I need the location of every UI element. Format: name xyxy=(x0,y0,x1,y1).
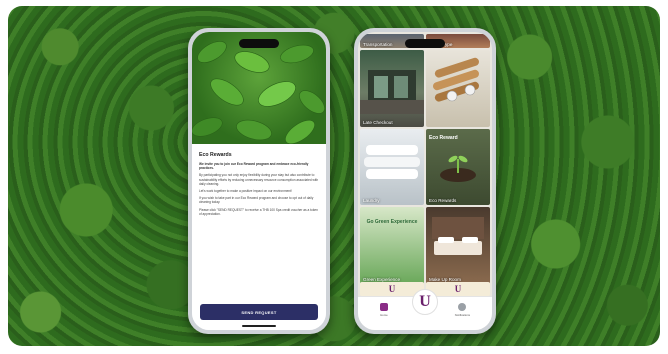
tile-label: Transportation xyxy=(363,42,393,47)
bamboo-kit-icon xyxy=(432,57,480,102)
eco-rewards-screen: Eco Rewards We invite you to join our Ec… xyxy=(192,32,326,330)
tile-late-checkout[interactable]: Late Checkout xyxy=(360,50,424,127)
tile-bamboo-amenities[interactable] xyxy=(426,50,490,127)
eco-rewards-title: Eco Rewards xyxy=(199,152,232,158)
home-icon xyxy=(380,303,388,311)
eco-impact-text: Let's work together to make a positive i… xyxy=(199,189,292,194)
tab-home[interactable]: Home xyxy=(380,303,388,317)
services-screen: Transportation Room Type Late Checkout xyxy=(358,32,492,330)
eco-voucher-text: Please click "SEND REQUEST" to receive a… xyxy=(199,207,318,216)
phone-notch xyxy=(239,39,279,48)
bed-icon xyxy=(432,217,484,256)
tile-laundry[interactable]: Laundry xyxy=(360,128,424,206)
tile-label: Late Checkout xyxy=(363,119,393,125)
bottom-tab-bar: Home U Notifications xyxy=(358,289,492,330)
send-request-button[interactable]: SEND REQUEST xyxy=(200,304,318,320)
tile-label: Eco Rewards xyxy=(429,198,457,204)
eco-optout-text: If you wish to take part in our Eco Rewa… xyxy=(199,196,314,205)
tile-green-experience[interactable]: Go Green Experience Green Experience xyxy=(360,207,424,284)
eco-benefit-text: By participating you not only enjoy flex… xyxy=(199,173,319,186)
sprout-hands-icon xyxy=(440,155,476,182)
tab-home-label: Home xyxy=(380,313,388,317)
eco-invite-text: We invite you to join our Eco Reward pro… xyxy=(199,162,309,171)
home-indicator xyxy=(242,325,276,327)
phone-notch xyxy=(405,39,445,48)
towels-icon xyxy=(364,144,420,179)
phone-services-menu: Transportation Room Type Late Checkout xyxy=(354,28,496,334)
lobby-photo-icon xyxy=(360,70,424,114)
forest-background: Eco Rewards We invite you to join our Ec… xyxy=(8,6,660,346)
tab-notifications-label: Notifications xyxy=(454,313,470,317)
brand-logo: U xyxy=(419,293,431,310)
tile-label: Laundry xyxy=(363,198,380,204)
tile-make-up-room[interactable]: Make Up Room xyxy=(426,207,490,284)
bell-icon xyxy=(458,303,467,311)
brand-logo-small: U xyxy=(454,284,462,294)
tab-notifications[interactable]: Notifications xyxy=(455,303,470,317)
brand-center-button[interactable]: U xyxy=(412,289,438,315)
eco-rewards-content: Eco Rewards We invite you to join our Ec… xyxy=(192,144,326,330)
leaves-hero-image xyxy=(192,32,326,144)
phone-eco-rewards: Eco Rewards We invite you to join our Ec… xyxy=(188,28,330,334)
brand-logo-small: U xyxy=(388,284,396,294)
green-tile-heading: Go Green Experience xyxy=(366,219,418,226)
services-grid: Transportation Room Type Late Checkout xyxy=(360,34,490,284)
tile-eco-rewards[interactable]: Eco Reward Eco Rewards xyxy=(426,128,490,206)
